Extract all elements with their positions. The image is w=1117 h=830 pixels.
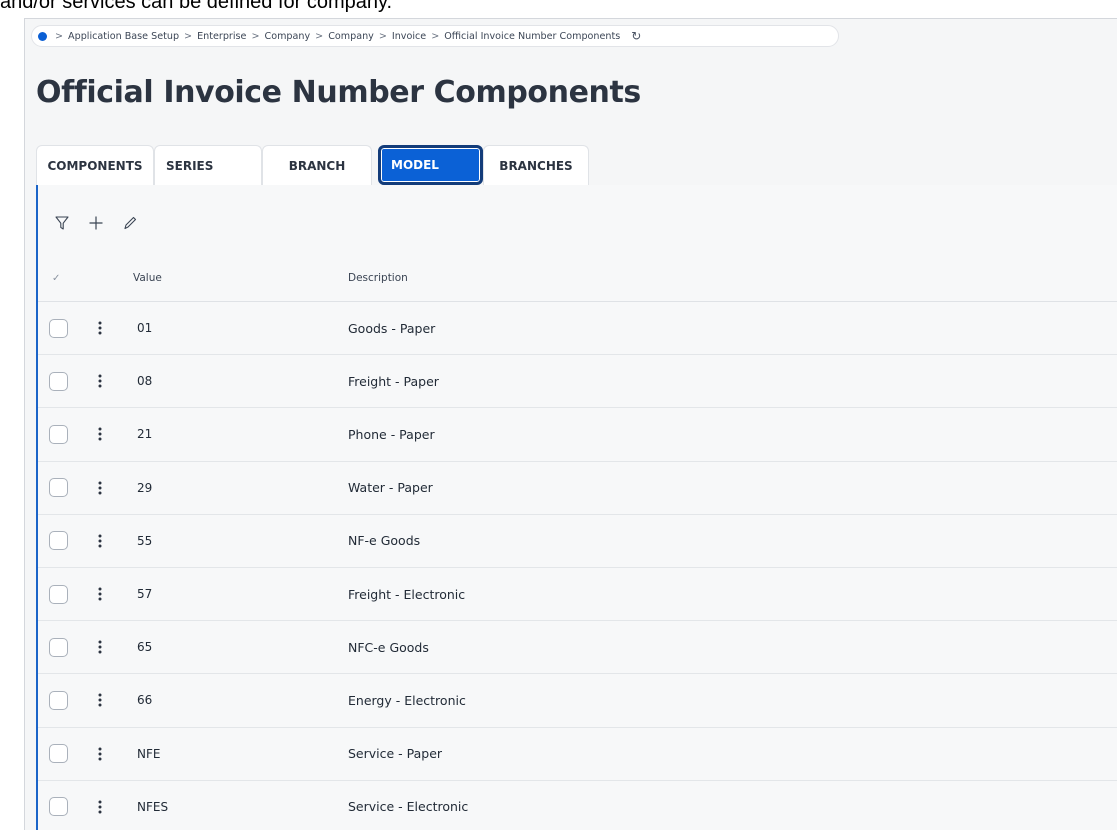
tab-branches[interactable]: BRANCHES	[483, 145, 589, 185]
more-options-icon[interactable]	[96, 744, 104, 764]
edit-icon[interactable]	[116, 209, 144, 237]
chevron-right-icon: >	[184, 30, 193, 42]
table-body: 01 Goods - Paper 08 Freight - Paper 21 P…	[38, 302, 1117, 830]
more-options-icon[interactable]	[96, 371, 104, 391]
more-options-icon[interactable]	[96, 584, 104, 604]
toolbar	[48, 209, 144, 237]
row-description: Water - Paper	[348, 480, 433, 496]
row-value: 08	[137, 374, 153, 389]
breadcrumb-item-company[interactable]: Company	[265, 31, 311, 42]
row-description: Phone - Paper	[348, 426, 435, 442]
app-frame: > Application Base Setup > Enterprise > …	[24, 18, 1117, 830]
more-options-icon[interactable]	[96, 797, 104, 817]
row-checkbox[interactable]	[49, 318, 68, 338]
row-checkbox[interactable]	[49, 531, 68, 551]
row-description: Freight - Paper	[348, 373, 439, 389]
column-header-description[interactable]: Description	[348, 263, 408, 293]
row-checkbox[interactable]	[49, 797, 68, 817]
row-checkbox[interactable]	[49, 584, 68, 604]
home-icon[interactable]	[38, 31, 47, 41]
row-checkbox[interactable]	[49, 637, 68, 657]
breadcrumb-item-invoice[interactable]: Invoice	[392, 31, 426, 42]
filter-icon[interactable]	[48, 209, 76, 237]
row-checkbox[interactable]	[49, 424, 68, 444]
refresh-icon[interactable]: ↻	[631, 29, 641, 43]
row-checkbox[interactable]	[49, 690, 68, 710]
tab-components[interactable]: COMPONENTS	[36, 145, 154, 185]
breadcrumb: > Application Base Setup > Enterprise > …	[31, 25, 839, 47]
row-checkbox[interactable]	[49, 478, 68, 498]
table-row[interactable]: 08 Freight - Paper	[38, 355, 1117, 409]
table-row[interactable]: 55 NF-e Goods	[38, 515, 1117, 568]
row-description: Energy - Electronic	[348, 692, 466, 708]
select-all-checkmark-icon[interactable]: ✓	[52, 263, 60, 293]
more-options-icon[interactable]	[96, 690, 104, 710]
table-row[interactable]: 29 Water - Paper	[38, 462, 1117, 515]
more-options-icon[interactable]	[96, 531, 104, 551]
page-caption: and/or services can be defined for compa…	[0, 0, 393, 13]
chevron-right-icon: >	[55, 30, 64, 42]
row-value: 55	[137, 533, 153, 548]
table-row[interactable]: 66 Energy - Electronic	[38, 674, 1117, 728]
row-checkbox[interactable]	[49, 371, 68, 391]
row-value: 65	[137, 640, 153, 655]
breadcrumb-item-enterprise[interactable]: Enterprise	[197, 31, 246, 42]
more-options-icon[interactable]	[96, 478, 104, 498]
tab-branch[interactable]: BRANCH	[262, 145, 372, 185]
more-options-icon[interactable]	[96, 318, 104, 338]
chevron-right-icon: >	[378, 30, 387, 42]
row-value: 66	[137, 693, 153, 708]
tab-series[interactable]: SERIES	[154, 145, 262, 185]
table-row[interactable]: 57 Freight - Electronic	[38, 568, 1117, 622]
row-value: 57	[137, 587, 153, 602]
row-description: Service - Paper	[348, 746, 443, 762]
table-row[interactable]: 65 NFC-e Goods	[38, 621, 1117, 675]
row-checkbox[interactable]	[49, 744, 68, 764]
more-options-icon[interactable]	[96, 637, 104, 657]
table-row[interactable]: 21 Phone - Paper	[38, 408, 1117, 462]
model-panel: ✓ Value Description 01 Goods - Paper 08 …	[36, 185, 1117, 830]
table-row[interactable]: NFE Service - Paper	[38, 728, 1117, 781]
row-value: NFE	[137, 746, 161, 761]
row-description: Freight - Electronic	[348, 586, 466, 602]
row-value: 01	[137, 321, 153, 336]
breadcrumb-item-application-base-setup[interactable]: Application Base Setup	[68, 31, 179, 42]
column-header-value[interactable]: Value	[133, 263, 162, 293]
row-value: NFES	[137, 799, 169, 814]
table-row[interactable]: NFES Service - Electronic	[38, 781, 1117, 830]
row-description: NF-e Goods	[348, 533, 421, 549]
breadcrumb-item-company-2[interactable]: Company	[328, 31, 374, 42]
table-row[interactable]: 01 Goods - Paper	[38, 302, 1117, 356]
chevron-right-icon: >	[431, 30, 440, 42]
row-description: Service - Electronic	[348, 799, 469, 815]
row-description: Goods - Paper	[348, 320, 436, 336]
add-icon[interactable]	[82, 209, 110, 237]
page-title: Official Invoice Number Components	[36, 75, 641, 110]
row-value: 29	[137, 480, 153, 495]
chevron-right-icon: >	[251, 30, 260, 42]
breadcrumb-item-current: Official Invoice Number Components	[444, 30, 621, 42]
tab-model[interactable]: MODEL	[378, 145, 483, 185]
more-options-icon[interactable]	[96, 424, 104, 444]
chevron-right-icon: >	[315, 30, 324, 42]
row-value: 21	[137, 427, 153, 442]
row-description: NFC-e Goods	[348, 639, 429, 655]
